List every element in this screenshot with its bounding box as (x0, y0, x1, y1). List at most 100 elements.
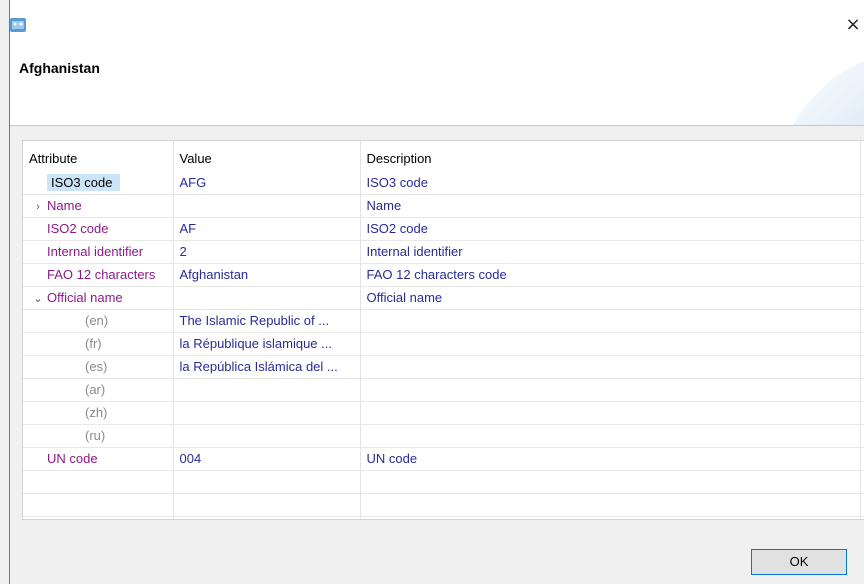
table-row[interactable]: ISO3 code AFG ISO3 code (23, 171, 864, 195)
value-cell[interactable] (173, 516, 361, 519)
table-row[interactable]: UN code 004 UN code (23, 447, 864, 471)
attribute-label: Name (47, 198, 82, 213)
attribute-label: (ar) (85, 382, 106, 397)
column-header-description[interactable]: Description (360, 141, 861, 171)
value-cell[interactable]: 2 (173, 240, 361, 264)
value-cell[interactable] (173, 493, 361, 517)
attribute-cell[interactable] (23, 470, 174, 494)
description-cell: UN code (360, 447, 861, 471)
attribute-label: (zh) (85, 405, 108, 420)
description-cell (360, 332, 861, 356)
description-cell (360, 470, 861, 494)
filler-cell (860, 240, 864, 264)
table-row[interactable]: › Name Name (23, 194, 864, 218)
title-bar: × (10, 0, 864, 44)
attribute-cell[interactable]: ISO2 code (23, 217, 174, 241)
value-cell[interactable]: The Islamic Republic of ... (173, 309, 361, 333)
table-row[interactable]: ISO2 code AF ISO2 code (23, 217, 864, 241)
attribute-label: Official name (47, 290, 123, 305)
attribute-cell[interactable]: (en) (23, 309, 174, 333)
table-row[interactable]: (fr) la République islamique ... (23, 332, 864, 356)
expand-chevron-icon[interactable]: › (29, 201, 47, 213)
attribute-label: ISO2 code (47, 221, 109, 236)
value-cell[interactable] (173, 286, 361, 310)
value-cell[interactable]: AF (173, 217, 361, 241)
table-row[interactable] (23, 470, 864, 494)
column-header-filler (860, 141, 864, 171)
description-cell: ISO2 code (360, 217, 861, 241)
table-row[interactable] (23, 516, 864, 519)
filler-cell (860, 286, 864, 310)
table-row[interactable]: FAO 12 characters Afghanistan FAO 12 chara… (23, 263, 864, 287)
attribute-label: (es) (85, 359, 108, 374)
attribute-label: (en) (85, 313, 109, 328)
filler-cell (860, 378, 864, 402)
attribute-cell[interactable] (23, 516, 174, 519)
attribute-cell[interactable]: (ar) (23, 378, 174, 402)
attribute-cell[interactable]: UN code (23, 447, 174, 471)
attributes-table[interactable]: Attribute Value Description ISO3 code AFG… (22, 140, 864, 520)
attribute-cell[interactable]: FAO 12 characters (23, 263, 174, 287)
filler-cell (860, 401, 864, 425)
attribute-cell[interactable]: (ru) (23, 424, 174, 448)
table-body: ISO3 code AFG ISO3 code › Name Name ISO2 code A… (23, 171, 864, 519)
attribute-cell[interactable]: (fr) (23, 332, 174, 356)
column-header-value[interactable]: Value (173, 141, 361, 171)
filler-cell (860, 194, 864, 218)
description-cell: Official name (360, 286, 861, 310)
dialog-title: Afghanistan (19, 60, 100, 76)
value-cell[interactable] (173, 194, 361, 218)
column-header-attribute[interactable]: Attribute (23, 141, 174, 171)
value-cell[interactable]: AFG (173, 171, 361, 195)
value-cell[interactable]: 004 (173, 447, 361, 471)
description-cell (360, 516, 861, 519)
header-decoration (793, 60, 864, 125)
filler-cell (860, 470, 864, 494)
attribute-label: FAO 12 characters (47, 267, 156, 282)
window-border (9, 0, 10, 584)
table-row[interactable]: (zh) (23, 401, 864, 425)
app-icon (10, 18, 26, 32)
value-cell[interactable]: Afghanistan (173, 263, 361, 287)
attribute-cell[interactable] (23, 493, 174, 517)
value-cell[interactable] (173, 424, 361, 448)
table-row[interactable]: (es) la República Islámica del ... (23, 355, 864, 379)
description-cell (360, 493, 861, 517)
filler-cell (860, 332, 864, 356)
collapse-chevron-icon[interactable]: ⌄ (29, 292, 47, 305)
description-cell (360, 309, 861, 333)
value-cell[interactable] (173, 470, 361, 494)
ok-button[interactable]: OK (751, 549, 847, 575)
filler-cell (860, 424, 864, 448)
attribute-cell[interactable]: Internal identifier (23, 240, 174, 264)
description-cell (360, 378, 861, 402)
table-row[interactable]: (ru) (23, 424, 864, 448)
table-row[interactable]: (ar) (23, 378, 864, 402)
dialog-window: × Afghanistan Attribute Value Descriptio… (0, 0, 864, 584)
attribute-label: (ru) (85, 428, 106, 443)
value-cell[interactable] (173, 378, 361, 402)
table-row[interactable]: (en) The Islamic Republic of ... (23, 309, 864, 333)
value-cell[interactable] (173, 401, 361, 425)
description-cell: ISO3 code (360, 171, 861, 195)
attribute-cell[interactable]: ⌄ Official name (23, 286, 174, 310)
table-row[interactable]: ⌄ Official name Official name (23, 286, 864, 310)
attribute-cell[interactable]: (zh) (23, 401, 174, 425)
filler-cell (860, 263, 864, 287)
attribute-cell[interactable]: ISO3 code (23, 171, 174, 195)
attribute-label: ISO3 code (47, 173, 121, 191)
filler-cell (860, 516, 864, 519)
attribute-cell[interactable]: › Name (23, 194, 174, 218)
table-header-row: Attribute Value Description (23, 141, 864, 171)
value-cell[interactable]: la République islamique ... (173, 332, 361, 356)
table-row[interactable]: Internal identifier 2 Internal identifier (23, 240, 864, 264)
filler-cell (860, 447, 864, 471)
attribute-cell[interactable]: (es) (23, 355, 174, 379)
attribute-label: UN code (47, 451, 98, 466)
description-cell (360, 355, 861, 379)
table-row[interactable] (23, 493, 864, 517)
description-cell (360, 401, 861, 425)
close-icon[interactable]: × (844, 16, 862, 34)
filler-cell (860, 309, 864, 333)
value-cell[interactable]: la República Islámica del ... (173, 355, 361, 379)
